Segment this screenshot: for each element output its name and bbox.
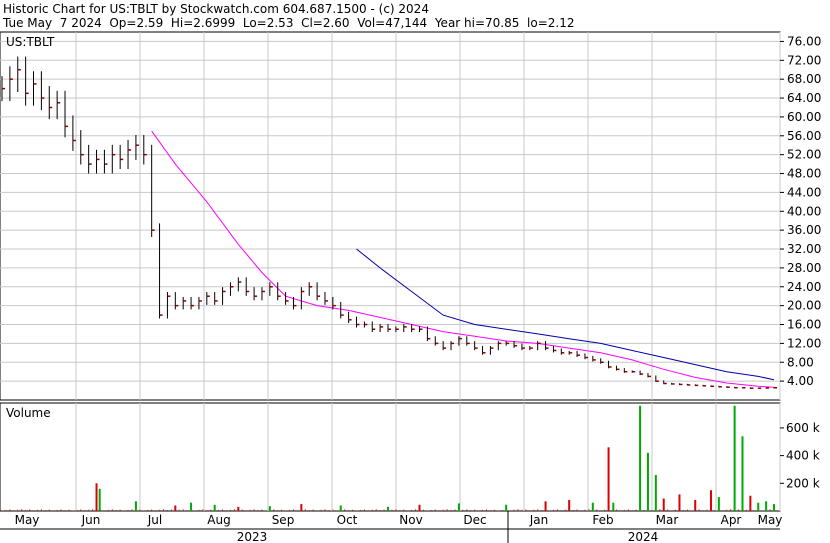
x-tick-label: Jan xyxy=(529,513,549,527)
y-tick-label: 48.00 xyxy=(787,167,821,181)
x-tick-label: Aug xyxy=(207,513,230,527)
volume-y-tick-label: 600 k xyxy=(786,421,820,435)
x-tick-label: Nov xyxy=(399,513,422,527)
y-tick-label: 12.00 xyxy=(787,336,821,350)
volume-panel-title: Volume xyxy=(6,406,51,420)
x-tick-label: Jun xyxy=(81,513,101,527)
y-tick-label: 44.00 xyxy=(787,185,821,199)
volume-frame xyxy=(0,402,781,512)
price-frame xyxy=(0,31,781,401)
year-label: 2024 xyxy=(628,530,659,543)
y-tick-label: 60.00 xyxy=(787,110,821,124)
price-panel-title: US:TBLT xyxy=(6,35,55,49)
volume-panel: Volume 600 k 400 k 200 k xyxy=(0,402,820,512)
y-tick-label: 32.00 xyxy=(787,242,821,256)
x-tick-label: Apr xyxy=(721,513,742,527)
y-tick-label: 16.00 xyxy=(787,318,821,332)
x-tick-label: Sep xyxy=(272,513,295,527)
x-tick-label: May xyxy=(758,513,783,527)
y-tick-label: 64.00 xyxy=(787,91,821,105)
y-tick-label: 36.00 xyxy=(787,223,821,237)
y-tick-label: 4.00 xyxy=(787,374,814,388)
y-tick-label: 76.00 xyxy=(787,34,821,48)
y-tick-label: 56.00 xyxy=(787,129,821,143)
volume-y-tick-label: 400 k xyxy=(786,449,820,463)
x-axis: May Jun Jul Aug Sep Oct Nov Dec Jan Feb Mar Apr May 2… xyxy=(0,511,782,543)
y-tick-label: 52.00 xyxy=(787,148,821,162)
x-tick-label: Oct xyxy=(337,513,358,527)
stock-chart: 76.00 72.00 68.00 64.00 60.00 56.00 52.00 48.00… xyxy=(0,31,821,543)
x-tick-label: Mar xyxy=(656,513,679,527)
x-tick-label: Jul xyxy=(147,513,162,527)
year-label: 2023 xyxy=(237,530,268,543)
y-tick-label: 8.00 xyxy=(787,355,814,369)
x-tick-label: Feb xyxy=(592,513,613,527)
y-tick-label: 68.00 xyxy=(787,72,821,86)
price-panel: 76.00 72.00 68.00 64.00 60.00 56.00 52.00 48.00… xyxy=(0,31,821,401)
y-tick-label: 28.00 xyxy=(787,261,821,275)
y-tick-label: 40.00 xyxy=(787,204,821,218)
x-tick-label: Dec xyxy=(463,513,486,527)
volume-y-tick-label: 200 k xyxy=(786,476,820,490)
x-tick-label: May xyxy=(15,513,40,527)
y-tick-label: 72.00 xyxy=(787,53,821,67)
y-tick-label: 24.00 xyxy=(787,280,821,294)
y-tick-label: 20.00 xyxy=(787,299,821,313)
